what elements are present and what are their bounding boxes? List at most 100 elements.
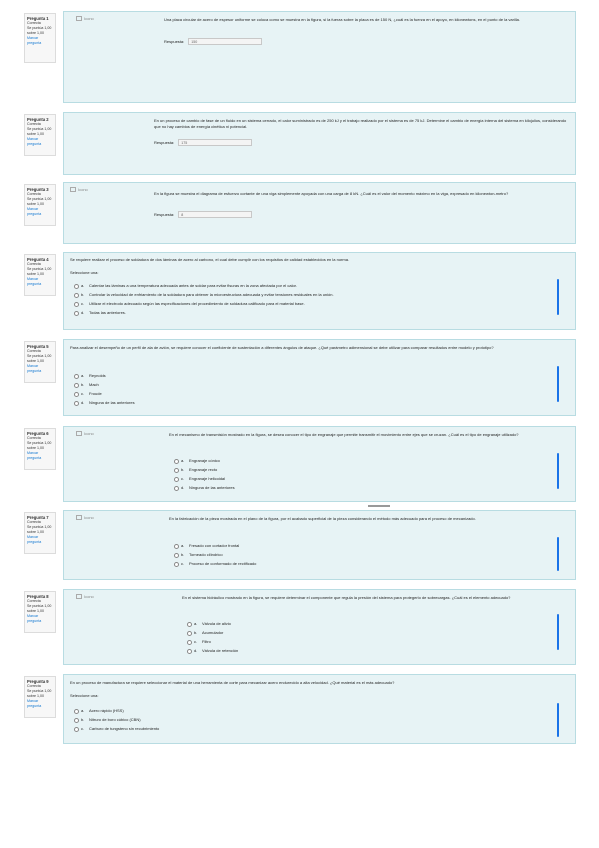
question-text: En un proceso de manufactura se requiere… <box>70 680 395 685</box>
question-text: En la figura se muestra el diagrama de e… <box>154 191 509 196</box>
radio-button[interactable] <box>74 292 79 298</box>
question-card-7: Icono En la fabricación de la pieza most… <box>63 510 576 580</box>
radio-button[interactable] <box>74 382 79 388</box>
answer-option[interactable]: d. Todas las anteriores. <box>74 310 126 316</box>
answer-option[interactable]: b. Nitruro de boro cúbico (CBN) <box>74 717 141 723</box>
radio-button[interactable] <box>187 621 192 627</box>
flag-question-link[interactable]: Marcar pregunta <box>27 137 53 147</box>
answer-option[interactable]: d. Válvula de retención <box>187 648 238 654</box>
answer-row: Respuesta: 175 <box>154 139 253 146</box>
flag-question-link[interactable]: Marcar pregunta <box>27 277 53 287</box>
radio-button[interactable] <box>174 561 179 567</box>
question-score: Se puntúa 1,00 sobre 1,00 <box>27 127 52 136</box>
question-score: Se puntúa 1,00 sobre 1,00 <box>27 441 52 450</box>
scrollbar[interactable] <box>557 279 559 315</box>
scrollbar[interactable] <box>557 366 559 402</box>
scrollbar[interactable] <box>557 703 559 737</box>
answer-option[interactable]: c. Filtro <box>187 639 211 645</box>
question-text: En la fabricación de la pieza mostrada e… <box>169 516 476 521</box>
answer-option[interactable]: c. Proceso de conformado de rectificado <box>174 561 256 567</box>
flag-question-link[interactable]: Marcar pregunta <box>27 614 53 624</box>
answer-option[interactable]: a. Engranaje cónico <box>174 458 220 464</box>
question-card-6: Icono En el mecanismo de transmisión mos… <box>63 426 576 502</box>
question-card-9: En un proceso de manufactura se requiere… <box>63 674 576 744</box>
answer-option[interactable]: c. Froude <box>74 391 102 397</box>
question-info-1: Pregunta 1 Correcta Se puntúa 1,00 sobre… <box>24 13 56 63</box>
answer-input[interactable]: 175 <box>178 139 253 146</box>
flag-question-link[interactable]: Marcar pregunta <box>27 535 53 545</box>
question-info-3: Pregunta 3 Correcta Se puntúa 1,00 sobre… <box>24 184 56 226</box>
radio-button[interactable] <box>187 630 192 636</box>
scrollbar[interactable] <box>557 453 559 489</box>
radio-button[interactable] <box>74 301 79 307</box>
radio-button[interactable] <box>74 717 79 723</box>
question-text: En un proceso de cambio de fase de un fl… <box>154 118 567 129</box>
question-image: Icono <box>76 594 94 600</box>
question-text: En el sistema hidráulico mostrado en la … <box>182 595 511 600</box>
question-text: Se requiere realizar el proceso de solda… <box>70 257 350 262</box>
radio-button[interactable] <box>174 485 179 491</box>
question-text: Una placa circular de acero de espesor u… <box>164 17 520 22</box>
question-info-2: Pregunta 2 Correcta Se puntúa 1,00 sobre… <box>24 114 56 156</box>
flag-question-link[interactable]: Marcar pregunta <box>27 36 53 46</box>
question-score: Se puntúa 1,00 sobre 1,00 <box>27 354 52 363</box>
radio-button[interactable] <box>187 648 192 654</box>
radio-button[interactable] <box>74 283 79 289</box>
question-card-4: Se requiere realizar el proceso de solda… <box>63 252 576 330</box>
answer-option[interactable]: b. Torneado cilíndrico <box>174 552 223 558</box>
flag-question-link[interactable]: Marcar pregunta <box>27 364 53 374</box>
question-image: Icono <box>70 187 88 193</box>
radio-button[interactable] <box>74 391 79 397</box>
radio-button[interactable] <box>174 467 179 473</box>
select-one-label: Seleccione una: <box>70 693 99 698</box>
answer-option[interactable]: c. Carburo de tungsteno sin recubrimiento <box>74 726 159 732</box>
question-score: Se puntúa 1,00 sobre 1,00 <box>27 197 52 206</box>
answer-option[interactable]: c. Engranaje helicoidal <box>174 476 225 482</box>
question-text: Para analizar el desempeño de un perfil … <box>70 345 494 350</box>
select-one-label: Seleccione una: <box>70 270 99 275</box>
answer-row: Respuesta: 8 <box>154 211 253 218</box>
answer-option[interactable]: b. Controlar la velocidad de enfriamiento… <box>74 292 334 298</box>
radio-button[interactable] <box>187 639 192 645</box>
answer-option[interactable]: a. Acero rápido (HSS) <box>74 708 124 714</box>
question-score: Se puntúa 1,00 sobre 1,00 <box>27 689 52 698</box>
question-image: Icono <box>76 431 94 437</box>
answer-option[interactable]: b. Mach <box>74 382 99 388</box>
radio-button[interactable] <box>74 708 79 714</box>
answer-option[interactable]: a. Reynolds <box>74 373 106 379</box>
radio-button[interactable] <box>174 552 179 558</box>
scrollbar[interactable] <box>557 537 559 571</box>
answer-option[interactable]: d. Ninguna de las anteriores <box>74 400 135 406</box>
answer-option[interactable]: a. Fresado con cortador frontal <box>174 543 239 549</box>
flag-question-link[interactable]: Marcar pregunta <box>27 699 53 709</box>
answer-input[interactable]: 150 <box>188 38 263 45</box>
answer-option[interactable]: b. Acumulador <box>187 630 223 636</box>
radio-button[interactable] <box>174 476 179 482</box>
flag-question-link[interactable]: Marcar pregunta <box>27 451 53 461</box>
resize-handle[interactable] <box>368 505 390 507</box>
radio-button[interactable] <box>74 400 79 406</box>
answer-option[interactable]: a. Válvula de alivio <box>187 621 231 627</box>
question-info-6: Pregunta 6 Correcta Se puntúa 1,00 sobre… <box>24 428 56 470</box>
question-image: Icono <box>76 515 94 521</box>
question-text: En el mecanismo de transmisión mostrado … <box>169 432 519 437</box>
question-card-3: Icono En la figura se muestra el diagram… <box>63 182 576 244</box>
radio-button[interactable] <box>74 310 79 316</box>
radio-button[interactable] <box>174 458 179 464</box>
scrollbar[interactable] <box>557 614 559 650</box>
answer-input[interactable]: 8 <box>178 211 253 218</box>
radio-button[interactable] <box>174 543 179 549</box>
flag-question-link[interactable]: Marcar pregunta <box>27 207 53 217</box>
radio-button[interactable] <box>74 373 79 379</box>
question-card-2: En un proceso de cambio de fase de un fl… <box>63 112 576 175</box>
radio-button[interactable] <box>74 726 79 732</box>
answer-option[interactable]: b. Engranaje recto <box>174 467 217 473</box>
question-info-9: Pregunta 9 Correcta Se puntúa 1,00 sobre… <box>24 676 56 718</box>
answer-row: Respuesta: 150 <box>164 38 263 45</box>
answer-option[interactable]: c. Utilizar el electrodo adecuado según l… <box>74 301 305 307</box>
question-info-8: Pregunta 8 Correcta Se puntúa 1,00 sobre… <box>24 591 56 633</box>
answer-option[interactable]: a. Calentar las láminas a una temperatura… <box>74 283 297 289</box>
question-score: Se puntúa 1,00 sobre 1,00 <box>27 26 52 35</box>
answer-label: Respuesta: <box>154 139 175 145</box>
answer-option[interactable]: d. Ninguna de las anteriores <box>174 485 235 491</box>
